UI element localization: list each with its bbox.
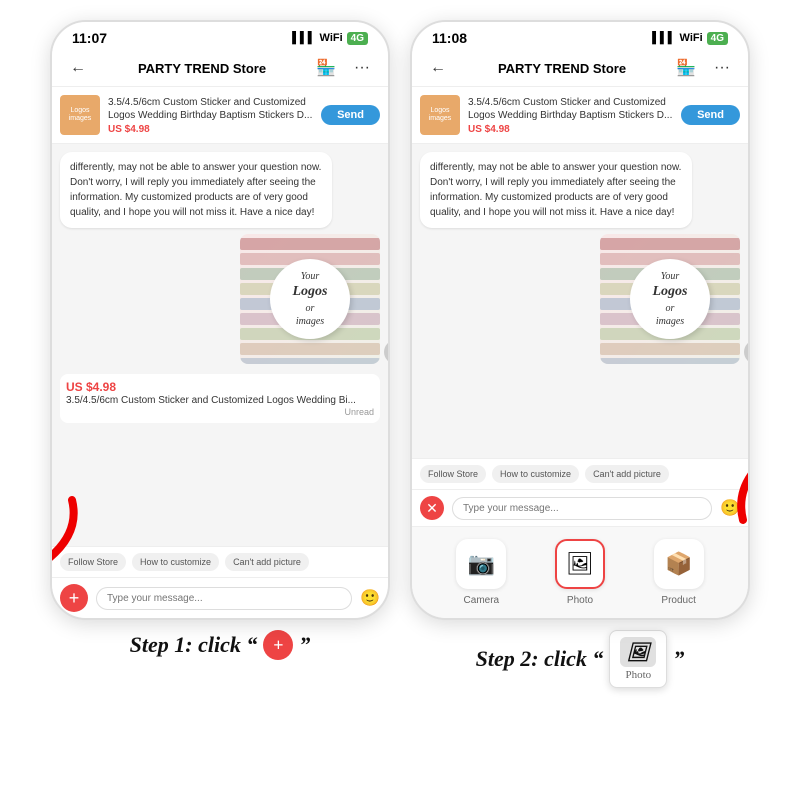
product-card-2: Logosimages 3.5/4.5/6cm Custom Sticker a… [412, 87, 748, 144]
sticker-text-line4-2: images [656, 315, 684, 328]
step2-text-end: ” [673, 646, 684, 672]
photo-icon-inline: 🖼 [620, 637, 656, 667]
sticker-text-line2-2: Logos [653, 283, 688, 301]
page-container: 11:07 ▌▌▌ WiFi 4G ← PARTY TREND Store 🏪 … [0, 0, 800, 800]
product-title-2: 3.5/4.5/6cm Custom Sticker and Customize… [468, 96, 673, 122]
photo-label: Photo [567, 595, 593, 606]
quick-reply-follow-2[interactable]: Follow Store [420, 465, 486, 483]
sticker-circle-2: Your Logos or images [630, 259, 710, 339]
quick-reply-customize-2[interactable]: How to customize [492, 465, 579, 483]
media-item-product[interactable]: 📦 Product [654, 539, 704, 606]
sticker-text-line1: Your [301, 270, 320, 283]
product-label: Product [661, 595, 695, 606]
product-price-1: US $4.98 [108, 124, 313, 135]
sticker-text-line1-2: Your [661, 270, 680, 283]
chat-area-1: differently, may not be able to answer y… [52, 144, 388, 546]
wifi-icon-2: WiFi [680, 32, 703, 44]
product-thumb-2: Logosimages [420, 95, 460, 135]
phone2: 11:08 ▌▌▌ WiFi 4G ← PARTY TREND Store 🏪 … [410, 20, 750, 620]
send-button-2[interactable]: Send [681, 105, 740, 125]
add-button-1[interactable]: + [60, 584, 88, 612]
nav-bar-1: ← PARTY TREND Store 🏪 ··· [52, 50, 388, 87]
message-bubble-2: differently, may not be able to answer y… [420, 152, 692, 228]
status-icons-2: ▌▌▌ WiFi 4G [652, 32, 728, 45]
sticker-container-1: Your Logos or images [240, 234, 380, 364]
message-bubble-1: differently, may not be able to answer y… [60, 152, 332, 228]
arrow-down-left-1 [50, 490, 82, 580]
quick-reply-customize-1[interactable]: How to customize [132, 553, 219, 571]
store-name-1: PARTY TREND Store [100, 61, 304, 76]
input-bar-1: + 🙂 [52, 577, 388, 618]
phone1-wrapper: 11:07 ▌▌▌ WiFi 4G ← PARTY TREND Store 🏪 … [50, 20, 390, 660]
product-thumb-1: Logosimages [60, 95, 100, 135]
sticker-circle-1: Your Logos or images [270, 259, 350, 339]
bottom-title-1: 3.5/4.5/6cm Custom Sticker and Customize… [66, 394, 374, 407]
back-icon-2[interactable]: ← [424, 54, 452, 82]
message-input-1[interactable] [96, 587, 352, 610]
back-icon-1[interactable]: ← [64, 54, 92, 82]
step2-text: Step 2: click “ [476, 646, 604, 672]
product-info-1: 3.5/4.5/6cm Custom Sticker and Customize… [108, 96, 313, 135]
bottom-product-info-1: US $4.98 3.5/4.5/6cm Custom Sticker and … [60, 374, 380, 423]
sticker-text-line2: Logos [293, 283, 328, 301]
media-item-photo[interactable]: 🖼 Photo [555, 539, 605, 606]
sticker-container-2: Your Logos or images [600, 234, 740, 364]
time-2: 11:08 [432, 30, 467, 46]
store-name-2: PARTY TREND Store [460, 61, 664, 76]
input-bar-2: ✕ 🙂 [412, 489, 748, 526]
phone2-wrapper: 11:08 ▌▌▌ WiFi 4G ← PARTY TREND Store 🏪 … [410, 20, 750, 688]
step1-label: Step 1: click “ + ” [130, 630, 311, 660]
camera-icon-box: 📷 [456, 539, 506, 589]
message-input-2[interactable] [452, 497, 712, 520]
more-icon-2[interactable]: ··· [708, 54, 736, 82]
battery-icon: 4G [347, 32, 368, 45]
quick-reply-picture-2[interactable]: Can't add picture [585, 465, 669, 483]
product-icon-box: 📦 [654, 539, 704, 589]
product-info-2: 3.5/4.5/6cm Custom Sticker and Customize… [468, 96, 673, 135]
phone1: 11:07 ▌▌▌ WiFi 4G ← PARTY TREND Store 🏪 … [50, 20, 390, 620]
media-picker-2: 📷 Camera 🖼 Photo 📦 Product [412, 526, 748, 618]
sticker-image-2: Your Logos or images [600, 234, 740, 364]
send-button-1[interactable]: Send [321, 105, 380, 125]
quick-replies-1: Follow Store How to customize Can't add … [52, 546, 388, 577]
sticker-text-line4: images [296, 315, 324, 328]
photo-icon-box: 🖼 [555, 539, 605, 589]
status-icons-1: ▌▌▌ WiFi 4G [292, 32, 368, 45]
status-bar-1: 11:07 ▌▌▌ WiFi 4G [52, 22, 388, 50]
store-icon-1[interactable]: 🏪 [312, 54, 340, 82]
store-icon-2[interactable]: 🏪 [672, 54, 700, 82]
emoji-button-1[interactable]: 🙂 [360, 588, 380, 608]
step1-text: Step 1: click “ [130, 632, 258, 658]
signal-icon-2: ▌▌▌ [652, 32, 675, 44]
more-icon-1[interactable]: ··· [348, 54, 376, 82]
step1-icon: + [263, 630, 293, 660]
arrow-up-right-2 [723, 430, 750, 530]
avatar-1 [384, 340, 388, 364]
product-card-1: Logosimages 3.5/4.5/6cm Custom Sticker a… [52, 87, 388, 144]
sticker-text-line3: or [306, 302, 315, 315]
step1-text-end: ” [299, 632, 310, 658]
photo-label-small: Photo [626, 669, 652, 681]
unread-label-1: Unread [66, 407, 374, 417]
photo-popup: 🖼 Photo [609, 630, 667, 688]
signal-icon: ▌▌▌ [292, 32, 315, 44]
time-1: 11:07 [72, 30, 107, 46]
quick-replies-2: Follow Store How to customize Can't add … [412, 458, 748, 489]
product-title-1: 3.5/4.5/6cm Custom Sticker and Customize… [108, 96, 313, 122]
chat-area-2: differently, may not be able to answer y… [412, 144, 748, 458]
avatar-2 [744, 340, 748, 364]
step2-label: Step 2: click “ 🖼 Photo ” [476, 630, 685, 688]
sticker-image-1: Your Logos or images [240, 234, 380, 364]
sticker-text-line3-2: or [666, 302, 675, 315]
bottom-price-1: US $4.98 [66, 380, 374, 394]
close-button-2[interactable]: ✕ [420, 496, 444, 520]
nav-bar-2: ← PARTY TREND Store 🏪 ··· [412, 50, 748, 87]
quick-reply-picture-1[interactable]: Can't add picture [225, 553, 309, 571]
status-bar-2: 11:08 ▌▌▌ WiFi 4G [412, 22, 748, 50]
wifi-icon: WiFi [320, 32, 343, 44]
product-price-2: US $4.98 [468, 124, 673, 135]
media-item-camera[interactable]: 📷 Camera [456, 539, 506, 606]
battery-icon-2: 4G [707, 32, 728, 45]
camera-label: Camera [464, 595, 500, 606]
